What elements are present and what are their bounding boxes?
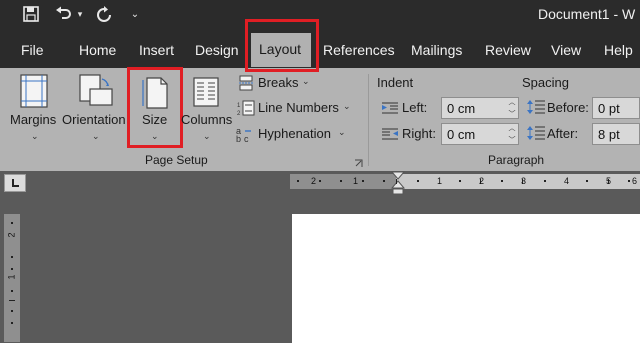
tab-file[interactable]: File: [21, 42, 44, 58]
indent-heading: Indent: [377, 75, 414, 90]
spacing-before-input[interactable]: 0 pt: [592, 97, 640, 119]
size-highlight: [127, 67, 183, 148]
document-page[interactable]: [292, 214, 640, 343]
breaks-icon[interactable]: [238, 75, 254, 96]
line-numbers-icon[interactable]: 12: [237, 100, 255, 121]
ruler-number: 2: [311, 176, 317, 186]
spacing-after-input[interactable]: 8 pt: [592, 123, 640, 145]
indent-right-label: Right:: [402, 126, 436, 141]
orientation-button[interactable]: Orientation: [62, 112, 126, 127]
indent-left-icon: [382, 101, 398, 119]
margins-icon[interactable]: [20, 74, 48, 113]
group-divider: [368, 74, 369, 166]
save-icon[interactable]: [20, 3, 42, 25]
chevron-down-icon: ⌄: [31, 131, 39, 141]
columns-button[interactable]: Columns: [181, 112, 232, 127]
chevron-down-icon: ⌄: [92, 131, 100, 141]
chevron-down-icon: ⌄: [338, 127, 346, 137]
spacing-after-label: After:: [547, 126, 579, 141]
ruler-number: 2: [479, 176, 485, 186]
tab-references[interactable]: References: [323, 42, 395, 58]
document-title: Document1 - W: [538, 6, 636, 22]
ruler-number: 1: [353, 176, 359, 186]
tab-view[interactable]: View: [551, 42, 581, 58]
chevron-down-icon: ⌄: [203, 131, 211, 141]
tab-mailings[interactable]: Mailings: [411, 42, 462, 58]
tab-help[interactable]: Help: [604, 42, 633, 58]
margins-button[interactable]: Margins: [10, 112, 56, 127]
hyphenation-button[interactable]: Hyphenation: [258, 126, 331, 141]
vruler-number: 2: [6, 232, 17, 238]
undo-icon[interactable]: [52, 3, 74, 25]
svg-text:1: 1: [237, 103, 241, 109]
redo-icon[interactable]: [93, 3, 115, 25]
svg-text:2: 2: [237, 111, 241, 116]
breaks-button[interactable]: Breaks: [258, 75, 298, 90]
tab-selector[interactable]: [4, 174, 26, 192]
tab-design[interactable]: Design: [195, 42, 239, 58]
indent-left-label: Left:: [402, 100, 428, 115]
indent-left-stepper[interactable]: ︿ ﹀: [507, 97, 517, 119]
svg-text:b: b: [236, 134, 241, 143]
ruler-number: 4: [564, 176, 570, 186]
svg-text:c: c: [244, 134, 249, 143]
vruler-number: 1: [6, 274, 17, 280]
hyphenation-icon[interactable]: acb: [236, 125, 256, 148]
indent-right-stepper[interactable]: ︿ ﹀: [507, 123, 517, 145]
page-setup-group-label: Page Setup: [145, 153, 208, 167]
ruler-number: 1: [437, 176, 443, 186]
layout-tab-highlight: [245, 19, 319, 72]
ruler-number: 5: [606, 176, 612, 186]
tab-review[interactable]: Review: [485, 42, 531, 58]
spacing-after-icon: [527, 125, 545, 146]
spacing-heading: Spacing: [522, 75, 569, 90]
paragraph-group-label: Paragraph: [488, 153, 545, 167]
ruler-ticks: [297, 179, 630, 184]
chevron-down-icon: ⌄: [302, 76, 310, 86]
tab-insert[interactable]: Insert: [139, 42, 174, 58]
tab-home[interactable]: Home: [79, 42, 116, 58]
ruler-number: 3: [521, 176, 527, 186]
ruler-number: 6: [632, 176, 638, 186]
indent-right-icon: [382, 127, 398, 145]
orientation-icon[interactable]: [78, 73, 114, 114]
columns-icon[interactable]: [193, 77, 219, 112]
spacing-before-icon: [527, 99, 545, 120]
spacing-before-label: Before:: [547, 100, 589, 115]
customize-qat-icon[interactable]: ⌄: [128, 3, 142, 25]
chevron-down-icon[interactable]: ▾: [75, 3, 85, 25]
line-numbers-button[interactable]: Line Numbers: [258, 100, 339, 115]
chevron-down-icon: ⌄: [343, 101, 351, 111]
